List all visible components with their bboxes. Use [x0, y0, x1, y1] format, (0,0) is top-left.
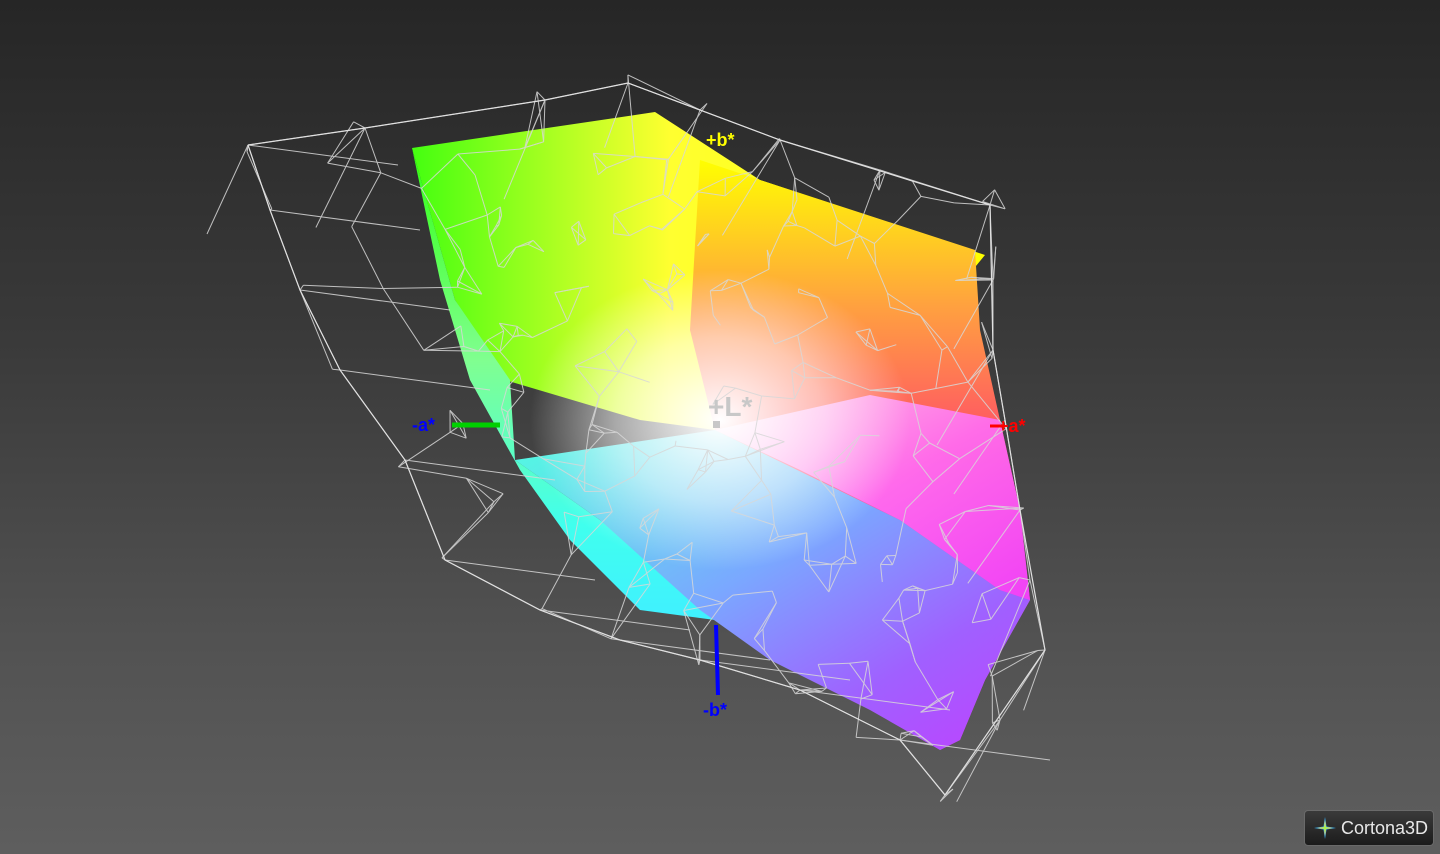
wireframe-edge: [1037, 649, 1046, 651]
wireframe-edge: [966, 204, 991, 280]
wireframe-edge: [478, 350, 501, 353]
axis-minus-b: [714, 624, 720, 696]
wireframe-edge: [752, 139, 781, 172]
wireframe-edge: [487, 493, 504, 513]
wireframe-edge: [783, 225, 797, 227]
wireframe-edge: [627, 74, 701, 111]
wireframe-edge: [651, 289, 668, 291]
wireframe-edge: [339, 369, 491, 391]
wireframe-edge: [269, 209, 421, 231]
wireframe-edge: [613, 214, 615, 234]
wireframe-edge: [493, 493, 504, 503]
wireframe-edge: [332, 368, 341, 371]
wireframe-edge: [299, 289, 333, 370]
wireframe-edge: [380, 172, 422, 189]
wireframe-edge: [1023, 649, 1046, 711]
axis-label-minus-b: -b*: [703, 700, 727, 720]
wireframe-edge: [610, 587, 630, 639]
wireframe-edge: [897, 196, 922, 221]
wireframe-edge: [899, 739, 1051, 761]
axis-origin: [713, 421, 720, 428]
cortona-star-icon: [1314, 817, 1336, 839]
wireframe-edge: [353, 121, 366, 129]
wireframe-edge: [466, 477, 504, 495]
wireframe-edge: [441, 501, 495, 559]
axis-label-plus-b: +b*: [706, 130, 735, 150]
wireframe-edge: [299, 284, 304, 291]
wireframe-edge: [382, 288, 425, 351]
cortona3d-logo[interactable]: Cortona3D: [1304, 810, 1434, 846]
wireframe-edge: [444, 559, 596, 581]
gamut-solid-volume: [412, 112, 1030, 750]
wireframe-edge: [206, 144, 249, 235]
axis-label-plus-l: +L*: [708, 391, 752, 422]
wireframe-edge: [856, 736, 901, 741]
wireframe-edge: [541, 554, 572, 609]
axis-label-plus-a: +a*: [998, 416, 1026, 436]
wireframe-edge: [247, 144, 399, 166]
wireframe-edge: [423, 325, 462, 351]
wireframe-edge: [299, 289, 451, 311]
cortona3d-logo-text: Cortona3D: [1341, 817, 1429, 838]
axis-label-minus-a: -a*: [412, 415, 435, 435]
wireframe-edge: [351, 226, 384, 289]
wireframe-edge: [466, 477, 495, 503]
wireframe-edge: [991, 676, 1001, 721]
wireframe-edge: [860, 434, 880, 437]
wireframe-edge: [364, 127, 382, 173]
wireframe-edge: [423, 346, 464, 351]
wireframe-edge: [920, 195, 955, 204]
wireframe-edge: [466, 478, 489, 513]
wireframe-edge: [303, 284, 384, 289]
wireframe-edge: [327, 162, 381, 174]
wireframe-edge: [351, 172, 382, 227]
gamut-3d-viewport[interactable]: +b* -a* +a* -b* +L*: [0, 0, 1440, 854]
